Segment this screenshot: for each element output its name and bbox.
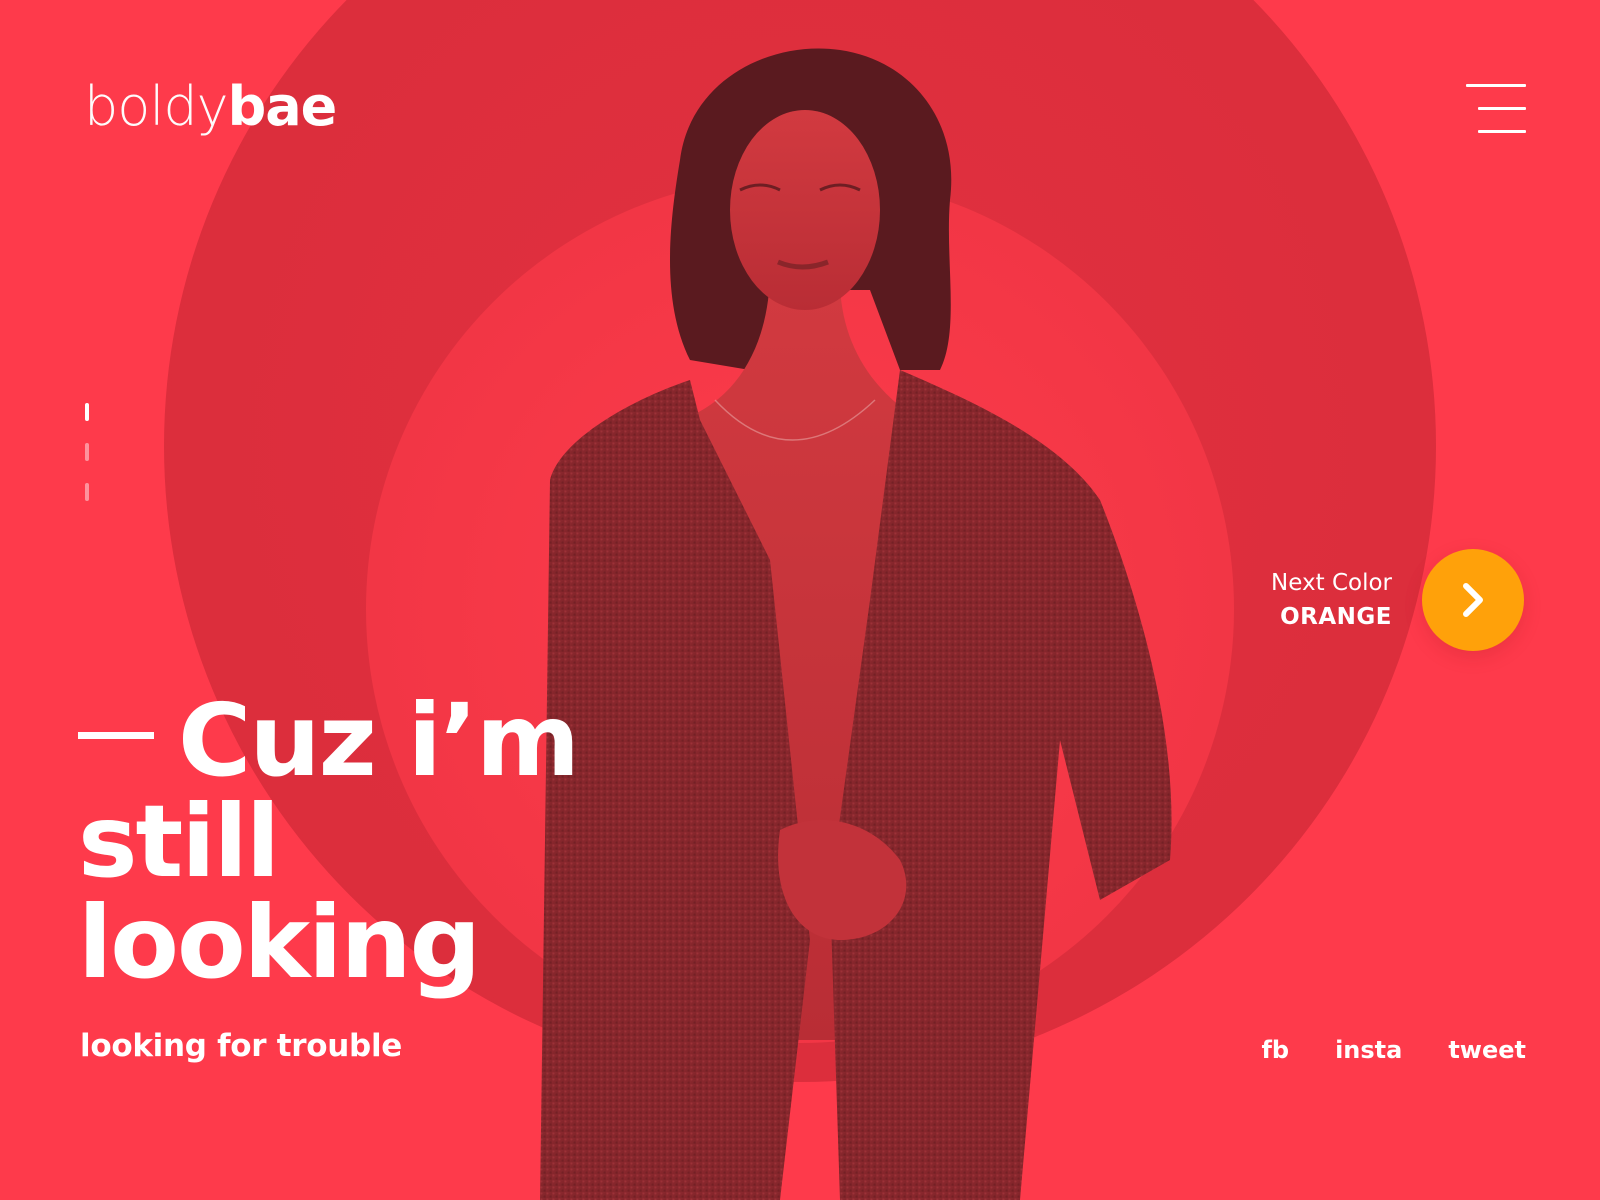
headline-line-2: still xyxy=(78,783,280,900)
social-link-tweet[interactable]: tweet xyxy=(1448,1036,1526,1064)
hero-subheadline: looking for trouble xyxy=(80,1028,402,1064)
headline-dash xyxy=(78,732,154,740)
next-color-button[interactable] xyxy=(1422,549,1524,651)
hero-headline: Cuz i’m still looking xyxy=(78,690,580,1001)
logo-light-text: boldy xyxy=(84,75,229,138)
social-links: fb insta tweet xyxy=(1261,1036,1526,1064)
next-color-value: ORANGE xyxy=(1280,604,1392,630)
hamburger-menu-icon[interactable] xyxy=(1462,84,1526,134)
logo-bold-text: bae xyxy=(227,75,338,138)
next-color-label: Next Color xyxy=(1271,570,1392,596)
social-link-fb[interactable]: fb xyxy=(1261,1036,1289,1064)
model-photo xyxy=(540,40,1220,1200)
menu-line xyxy=(1478,130,1526,133)
menu-line xyxy=(1466,84,1526,87)
headline-line-3: looking xyxy=(78,884,481,1001)
social-link-insta[interactable]: insta xyxy=(1335,1036,1402,1064)
pager-tick[interactable] xyxy=(85,443,89,461)
chevron-right-icon xyxy=(1463,583,1483,617)
brand-logo[interactable]: boldybae xyxy=(84,80,337,134)
next-color-caption: Next Color ORANGE xyxy=(1271,566,1392,634)
pager-tick-active[interactable] xyxy=(85,403,89,421)
menu-line xyxy=(1478,107,1526,110)
hero-page: boldybae Next Color ORANGE Cuz i’m still… xyxy=(0,0,1600,1200)
pager-tick[interactable] xyxy=(85,483,89,501)
slide-pager xyxy=(85,403,91,523)
headline-text-1: Cuz i’m xyxy=(178,682,580,799)
headline-line-1: Cuz i’m xyxy=(78,690,580,791)
